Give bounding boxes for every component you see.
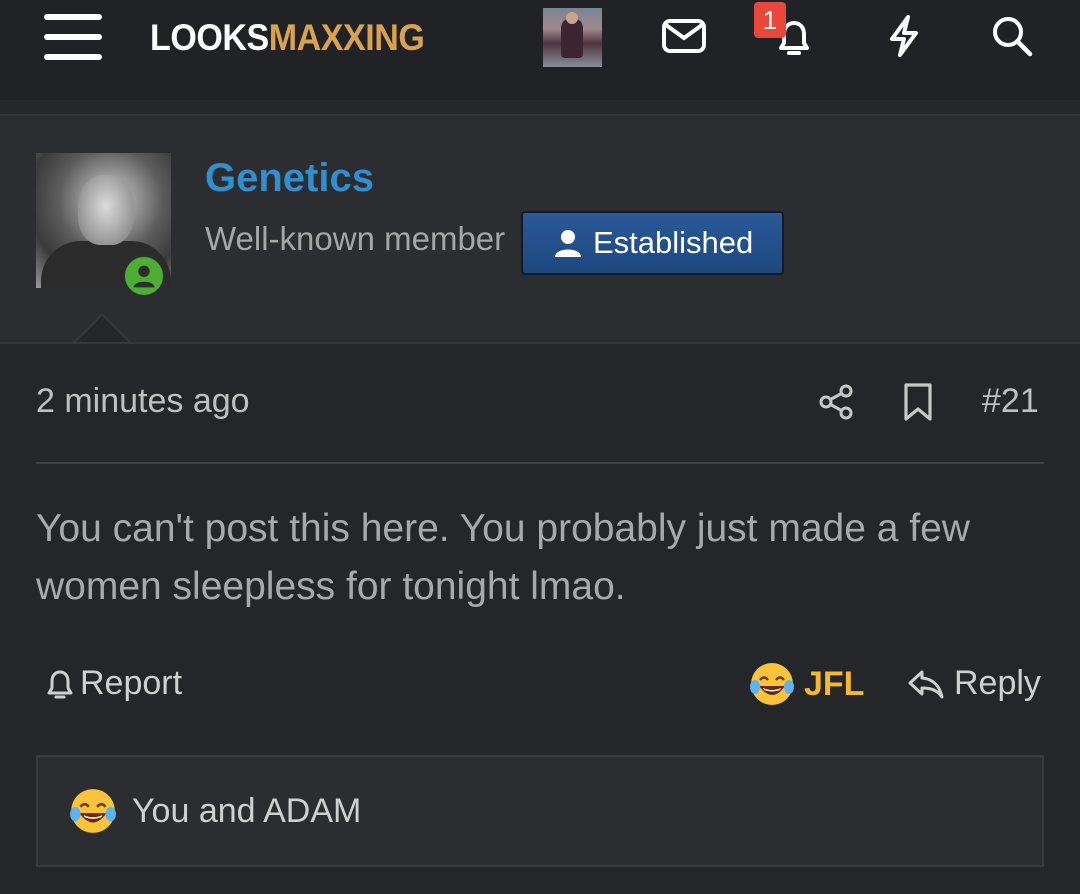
share-icon[interactable] xyxy=(817,383,855,421)
user-icon xyxy=(555,230,581,257)
post-timestamp[interactable]: 2 minutes ago xyxy=(36,382,250,421)
author-banner: Established xyxy=(521,211,784,275)
reaction-label: JFL xyxy=(804,664,865,703)
reply-button[interactable]: Reply xyxy=(906,664,1041,703)
reply-label: Reply xyxy=(954,664,1041,702)
report-button[interactable]: Report xyxy=(44,664,182,703)
post-number-link[interactable]: #21 xyxy=(982,382,1039,421)
post-message: You can't post this here. You probably j… xyxy=(36,507,970,608)
lightning-icon[interactable] xyxy=(880,12,928,60)
notification-badge[interactable]: 1 xyxy=(754,2,786,38)
bell-outline-icon xyxy=(47,670,73,698)
laughing-tears-emoji-icon xyxy=(70,789,116,833)
meta-divider xyxy=(36,462,1044,464)
logo-text-looks: LOOKS xyxy=(150,17,269,58)
reactions-summary-text: You and ADAM xyxy=(132,791,362,830)
report-label: Report xyxy=(80,664,183,702)
menu-icon[interactable] xyxy=(44,14,102,60)
site-logo[interactable]: LOOKSMAXXING xyxy=(150,16,425,60)
reaction-button[interactable]: JFL xyxy=(748,660,864,708)
logo-text-maxxing: MAXXING xyxy=(268,17,425,58)
author-name[interactable]: Genetics xyxy=(205,156,374,201)
account-avatar[interactable] xyxy=(543,8,602,67)
mail-icon[interactable] xyxy=(660,12,708,60)
reactions-summary[interactable]: You and ADAM xyxy=(36,755,1044,867)
author-banner-label: Established xyxy=(593,225,754,260)
header-divider xyxy=(0,342,1080,344)
online-status-icon xyxy=(122,254,166,298)
author-title: Well-known member xyxy=(205,220,506,257)
search-icon[interactable] xyxy=(988,12,1036,60)
laughing-tears-emoji-icon xyxy=(750,663,794,705)
nav-divider xyxy=(0,100,1080,114)
bookmark-icon[interactable] xyxy=(902,382,934,422)
top-navigation-bar: LOOKSMAXXING 1 xyxy=(0,0,1080,100)
post-author-header: Genetics Well-known member Established xyxy=(0,114,1080,344)
reply-arrow-icon xyxy=(908,670,944,698)
